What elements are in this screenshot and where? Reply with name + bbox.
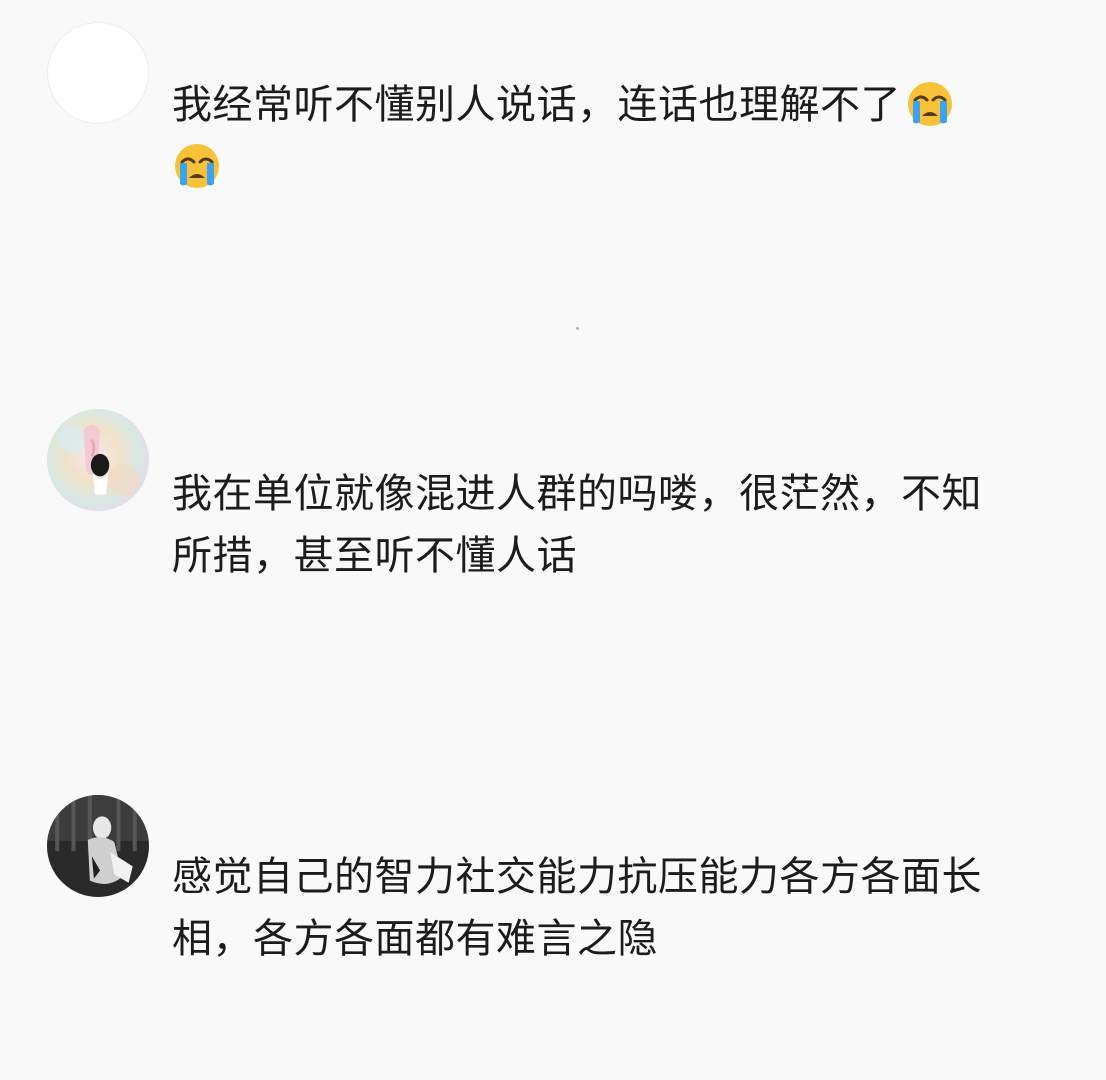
avatar[interactable] <box>47 409 149 511</box>
comment-text: 我在单位就像混进人群的吗喽，很茫然，不知所措，甚至听不懂人话 <box>172 471 982 579</box>
crying-face-icon <box>905 78 955 128</box>
divider-dot <box>576 327 579 330</box>
crying-face-icon <box>172 140 222 190</box>
comment-text: 我经常听不懂别人说话，连话也理解不了 <box>172 74 1052 198</box>
avatar[interactable] <box>47 795 149 897</box>
pastel-holographic-avatar-image <box>47 409 149 511</box>
comment-text: 感觉自己的智力社交能力抗压能力各方各面长相，各方各面都有难言之隐 <box>172 854 982 962</box>
avatar[interactable] <box>47 22 149 124</box>
comment-body: 我经常听不懂别人说话，连话也理解不了 <box>172 82 901 128</box>
dark-photo-avatar-image <box>47 795 149 897</box>
